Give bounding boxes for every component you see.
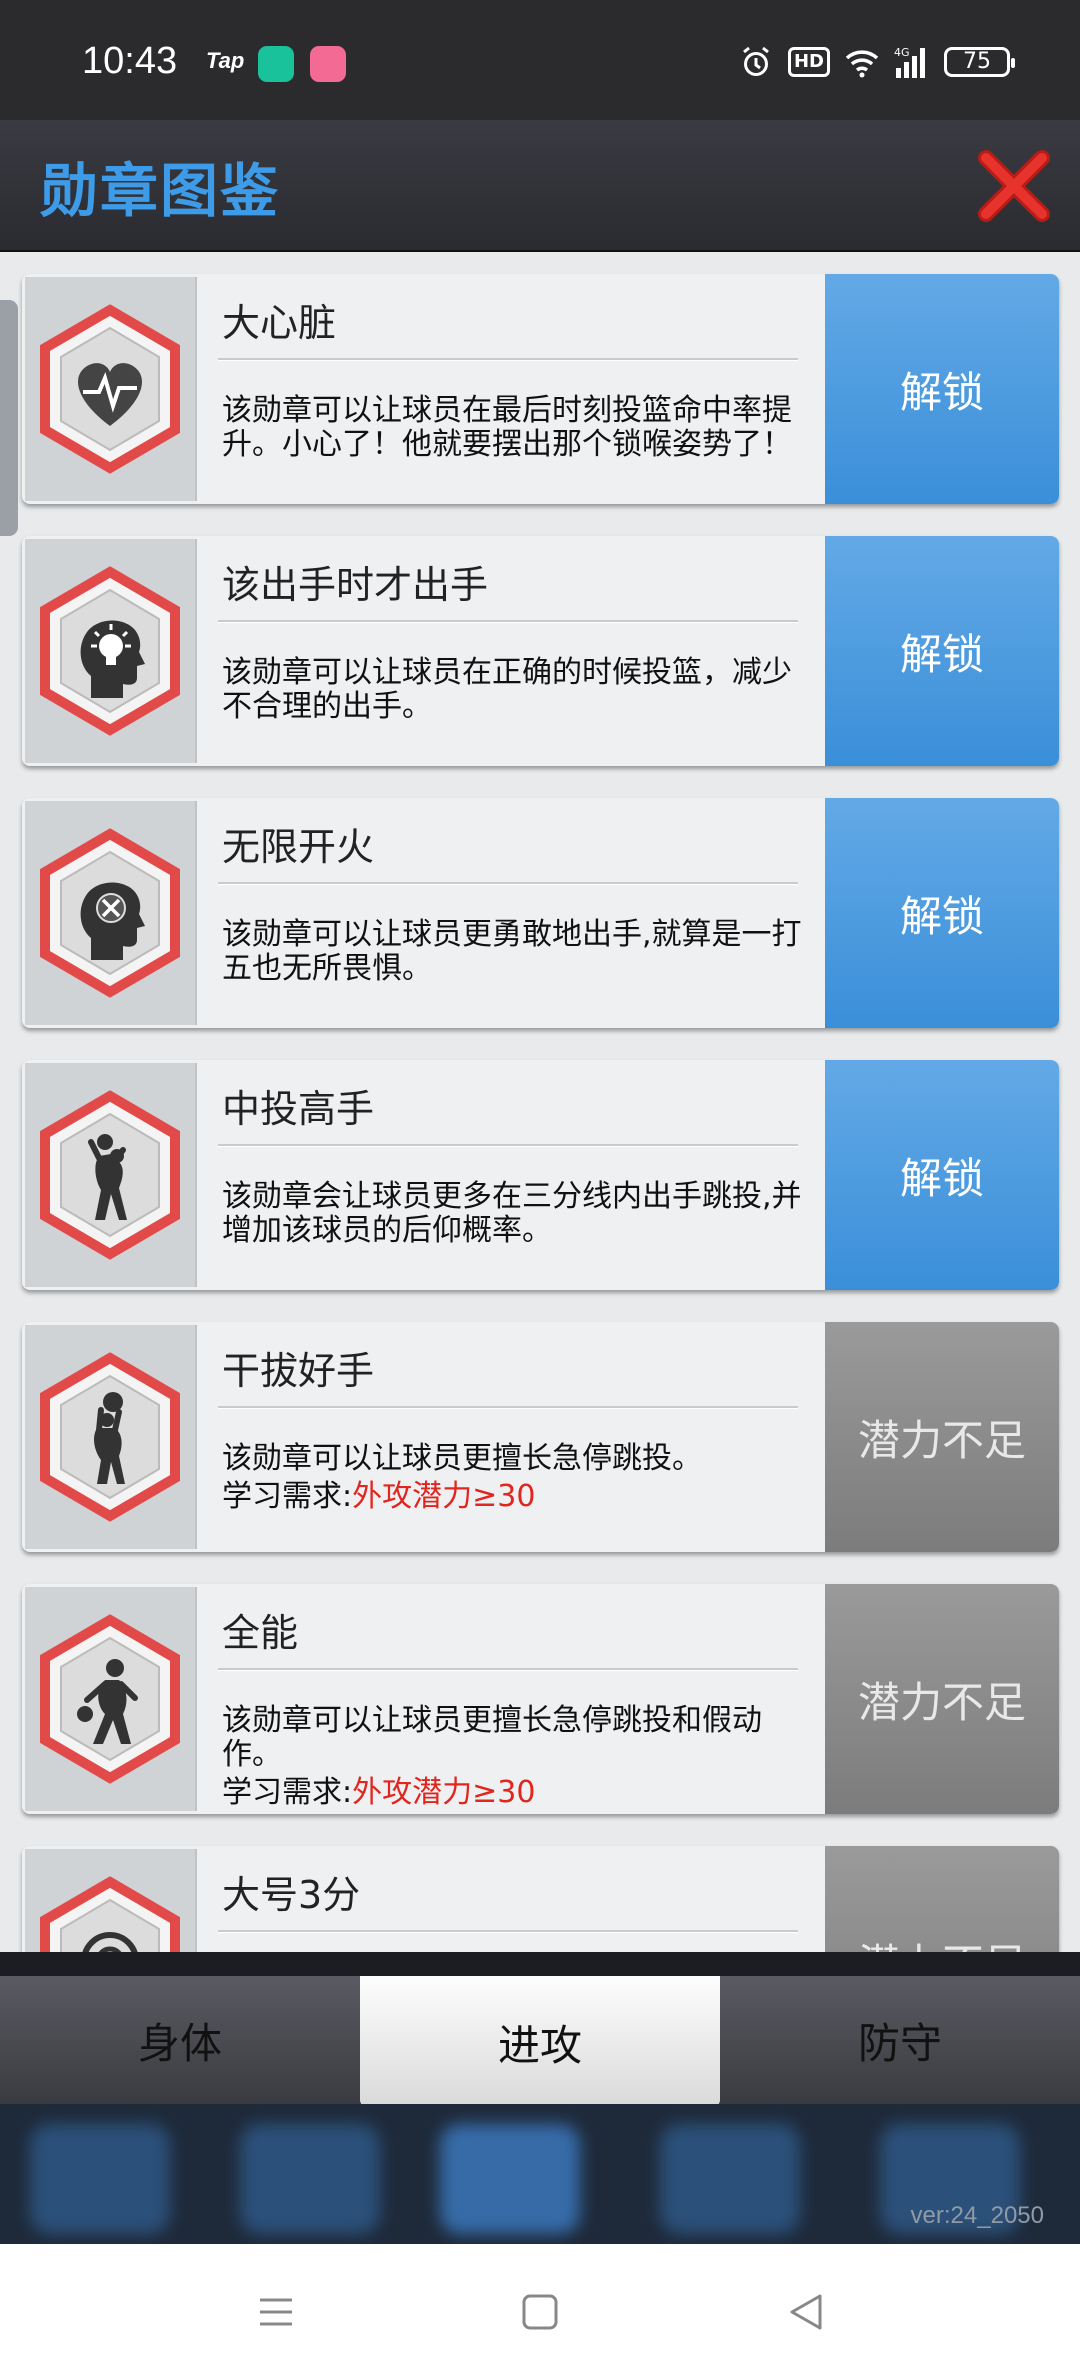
dialog-header: 勋章图鉴: [0, 120, 1080, 252]
divider: [218, 1144, 798, 1147]
status-icons: HD 4G 75: [738, 44, 1015, 80]
requirement-line: 学习需求:外攻潜力≥30: [222, 1776, 802, 1810]
badge-title: 无限开火: [222, 825, 375, 869]
divider: [218, 620, 798, 623]
unlock-button[interactable]: 解锁: [825, 798, 1059, 1028]
close-x-icon[interactable]: [976, 148, 1052, 224]
insufficient-potential-button[interactable]: 潜力不足: [825, 1846, 1059, 1952]
badge-card: 干拔好手 该勋章可以让球员更擅长急停跳投。 学习需求:外攻潜力≥30 潜力不足: [22, 1322, 1059, 1552]
menu-icon: [440, 2124, 580, 2234]
badge-description: 该勋章可以让球员在最后时刻投篮命中率提升。小心了！他就要摆出那个锁喉姿势了！: [222, 394, 802, 462]
category-tabs: 身体 进攻 防守: [0, 1976, 1080, 2108]
badge-title: 干拔好手: [222, 1349, 375, 1393]
badge-title: 大心脏: [222, 301, 337, 345]
head-x-icon: [40, 828, 180, 998]
requirement-value: 外攻潜力≥30: [352, 1775, 536, 1810]
signal-4g-icon: 4G: [894, 46, 925, 78]
tab-body[interactable]: 身体: [0, 1976, 360, 2104]
battery-icon: 75: [944, 47, 1015, 77]
scrollbar[interactable]: [0, 300, 18, 536]
version-label: ver:24_2050: [910, 2202, 1044, 2229]
badge-card: 中投高手 该勋章会让球员更多在三分线内出手跳投,并增加该球员的后仰概率。 解锁: [22, 1060, 1059, 1290]
badge-icon-frame: [25, 1063, 197, 1287]
badge-description: 该勋章可以让球员更擅长急停跳投。 学习需求:外攻潜力≥30: [222, 1442, 802, 1514]
badge-description: 该勋章可以让球员更擅长急停跳投和假动作。 学习需求:外攻潜力≥30: [222, 1704, 802, 1810]
badge-icon-frame: [25, 1587, 197, 1811]
badge-description: 该勋章可以让球员更勇敢地出手,就算是一打五也无所畏惧。: [222, 918, 802, 986]
unlock-button[interactable]: 解锁: [825, 274, 1059, 504]
badge-description: 该勋章会让球员更多在三分线内出手跳投,并增加该球员的后仰概率。: [222, 1180, 802, 1248]
head-lightbulb-icon: [40, 566, 180, 736]
tab-offense[interactable]: 进攻: [360, 1976, 720, 2108]
divider: [218, 358, 798, 361]
requirement-label: 学习需求:: [222, 1775, 353, 1810]
navigation-bar: [0, 2244, 1080, 2376]
badge-title: 全能: [222, 1611, 299, 1655]
player-shooting-icon: [40, 1090, 180, 1260]
badge-title: 该出手时才出手: [222, 563, 489, 607]
badge-desc-text: 该勋章可以让球员在正确的时候投篮，减少不合理的出手。: [222, 655, 792, 724]
insufficient-potential-button[interactable]: 潜力不足: [825, 1584, 1059, 1814]
badge-card: 无限开火 该勋章可以让球员更勇敢地出手,就算是一打五也无所畏惧。 解锁: [22, 798, 1059, 1028]
player-dribble-icon: [40, 1614, 180, 1784]
badge-icon-frame: [25, 1325, 197, 1549]
hd-icon: HD: [787, 47, 830, 77]
game-bottom-menu: ver:24_2050: [0, 2104, 1080, 2244]
badge-icon-frame: [25, 1849, 197, 1952]
home-icon[interactable]: [516, 2288, 564, 2336]
alarm-icon: [743, 46, 769, 76]
badge-card: 全能 该勋章可以让球员更擅长急停跳投和假动作。 学习需求:外攻潜力≥30 潜力不…: [22, 1584, 1059, 1814]
badge-title: 中投高手: [222, 1087, 375, 1131]
requirement-line: 学习需求:外攻潜力≥30: [222, 1480, 802, 1514]
badge-card: 大心脏 该勋章可以让球员在最后时刻投篮命中率提升。小心了！他就要摆出那个锁喉姿势…: [22, 274, 1059, 504]
badge-desc-text: 该勋章可以让球员在最后时刻投篮命中率提升。小心了！他就要摆出那个锁喉姿势了！: [222, 393, 792, 462]
menu-icon: [30, 2124, 170, 2234]
divider: [218, 1406, 798, 1409]
badge-desc-text: 该勋章会让球员更多在三分线内出手跳投,并增加该球员的后仰概率。: [222, 1179, 802, 1248]
app-notification-icon: [258, 46, 294, 82]
requirement-label: 学习需求:: [222, 1479, 353, 1514]
badge-icon-frame: [25, 801, 197, 1025]
page-title: 勋章图鉴: [40, 157, 281, 225]
badge-title: 大号3分: [222, 1873, 361, 1917]
badge-card: 大号3分 潜力不足: [22, 1846, 1059, 1952]
heart-pulse-icon: [40, 304, 180, 474]
unlock-button[interactable]: 解锁: [825, 536, 1059, 766]
status-bar: 10:43 Tap HD 4G 75: [0, 0, 1080, 120]
wifi-icon: [845, 50, 879, 78]
tab-defense[interactable]: 防守: [720, 1976, 1080, 2104]
unlock-button[interactable]: 解锁: [825, 1060, 1059, 1290]
insufficient-potential-button[interactable]: 潜力不足: [825, 1322, 1059, 1552]
badge-description: 该勋章可以让球员在正确的时候投篮，减少不合理的出手。: [222, 656, 802, 724]
tap-app-icon: Tap: [206, 48, 245, 73]
badge-list[interactable]: 大心脏 该勋章可以让球员在最后时刻投篮命中率提升。小心了！他就要摆出那个锁喉姿势…: [0, 252, 1080, 1952]
bilibili-notification-icon: [310, 46, 346, 82]
badge-desc-text: 该勋章可以让球员更擅长急停跳投。: [222, 1441, 702, 1476]
menu-icon: [660, 2124, 800, 2234]
target-icon: [40, 1876, 180, 1952]
menu-icon: [240, 2124, 380, 2234]
badge-card: 该出手时才出手 该勋章可以让球员在正确的时候投篮，减少不合理的出手。 解锁: [22, 536, 1059, 766]
menu-icon[interactable]: [252, 2288, 300, 2336]
divider: [218, 1930, 798, 1933]
back-icon[interactable]: [782, 2288, 830, 2336]
divider: [218, 1668, 798, 1671]
badge-desc-text: 该勋章可以让球员更擅长急停跳投和假动作。: [222, 1703, 762, 1772]
requirement-value: 外攻潜力≥30: [352, 1479, 536, 1514]
badge-icon-frame: [25, 539, 197, 763]
divider: [218, 882, 798, 885]
svg-text:4G: 4G: [894, 46, 910, 59]
badge-desc-text: 该勋章可以让球员更勇敢地出手,就算是一打五也无所畏惧。: [222, 917, 802, 986]
player-jumpshot-icon: [40, 1352, 180, 1522]
status-time: 10:43: [82, 40, 178, 82]
badge-icon-frame: [25, 277, 197, 501]
